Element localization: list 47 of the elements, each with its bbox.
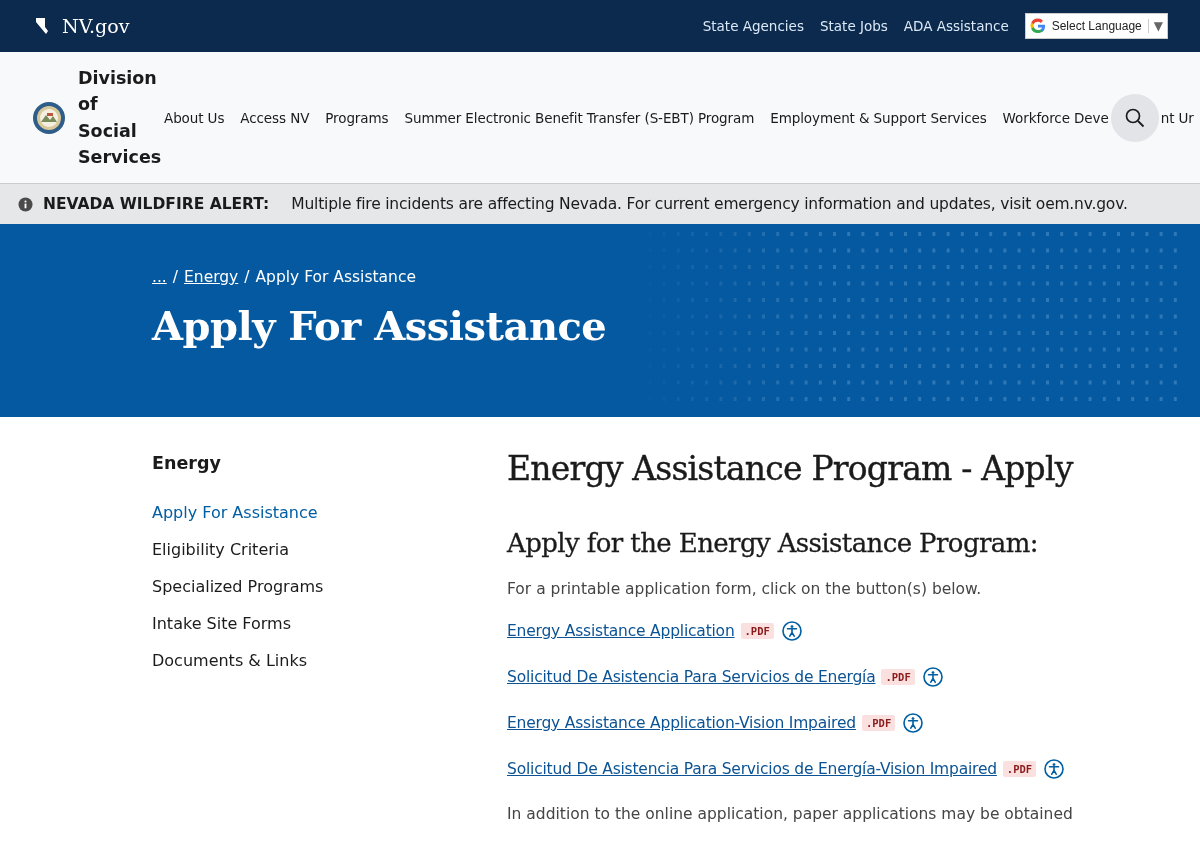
- file-type-tag: .PDF: [740, 623, 774, 639]
- search-icon: [1124, 107, 1145, 128]
- document-link[interactable]: Solicitud De Asistencia Para Servicios de Energía: [507, 668, 876, 686]
- file-type-tag: .PDF: [861, 715, 896, 731]
- alert-title: NEVADA WILDFIRE ALERT:: [43, 195, 270, 213]
- breadcrumb-link[interactable]: ...: [152, 268, 167, 286]
- info-paragraph: In addition to the online application, paper applications may be obtained: [507, 805, 1073, 823]
- breadcrumb-separator: /: [244, 268, 250, 286]
- google-icon: [1029, 18, 1046, 34]
- section-title: Energy Assistance Program - Apply: [507, 449, 1073, 488]
- nav-link[interactable]: About Us: [164, 109, 225, 126]
- sidebar-link[interactable]: Intake Site Forms: [152, 614, 291, 633]
- info-icon: [18, 196, 33, 212]
- page-title: Apply For Assistance: [152, 302, 607, 349]
- state-outline-icon: [36, 18, 48, 34]
- accessibility-icon[interactable]: [922, 667, 943, 687]
- breadcrumb-link[interactable]: Energy: [184, 268, 239, 286]
- language-select[interactable]: Select Language ▼: [1024, 13, 1168, 39]
- breadcrumb-separator: /: [172, 268, 178, 286]
- seal-icon[interactable]: [32, 100, 66, 135]
- nav-link[interactable]: nt Ur: [1160, 109, 1194, 126]
- breadcrumb-current: Apply For Assistance: [255, 268, 416, 286]
- intro-text: For a printable application form, click on the button(s) below.: [507, 580, 982, 598]
- sidebar-title: Energy: [152, 453, 221, 473]
- nav-link[interactable]: Access NV: [240, 109, 310, 126]
- alert-message: Multiple fire incidents are affecting Nevada. For current emergency information and updates, visit oem.nv.gov.: [291, 195, 1128, 213]
- sidebar-link[interactable]: Documents & Links: [152, 651, 307, 670]
- accessibility-icon[interactable]: [903, 713, 924, 733]
- nav-link[interactable]: Employment & Support Services: [770, 109, 987, 126]
- section-subtitle: Apply for the Energy Assistance Program:: [507, 528, 1038, 558]
- site-name[interactable]: NV.gov: [62, 15, 130, 37]
- sidebar-link[interactable]: Specialized Programs: [152, 577, 324, 596]
- accessibility-icon[interactable]: [781, 621, 802, 641]
- top-link[interactable]: State Jobs: [819, 18, 888, 34]
- document-link[interactable]: Solicitud De Asistencia Para Servicios de Energía-Vision Impaired: [507, 760, 997, 778]
- nav-link[interactable]: Workforce Deve: [1002, 109, 1109, 126]
- file-type-tag: .PDF: [1002, 761, 1037, 777]
- sidebar-link[interactable]: Apply For Assistance: [152, 503, 318, 522]
- document-link[interactable]: Energy Assistance Application-Vision Impaired: [507, 714, 856, 732]
- nav-link[interactable]: Summer Electronic Benefit Transfer (S-EBT) Program: [404, 109, 755, 126]
- accessibility-icon[interactable]: [1044, 759, 1065, 779]
- top-link[interactable]: State Agencies: [702, 18, 804, 34]
- document-link[interactable]: Energy Assistance Application: [507, 622, 735, 640]
- nav-link[interactable]: Programs: [325, 109, 389, 126]
- file-type-tag: .PDF: [881, 669, 915, 685]
- top-link[interactable]: ADA Assistance: [903, 18, 1009, 34]
- sidebar-link[interactable]: Eligibility Criteria: [152, 540, 290, 559]
